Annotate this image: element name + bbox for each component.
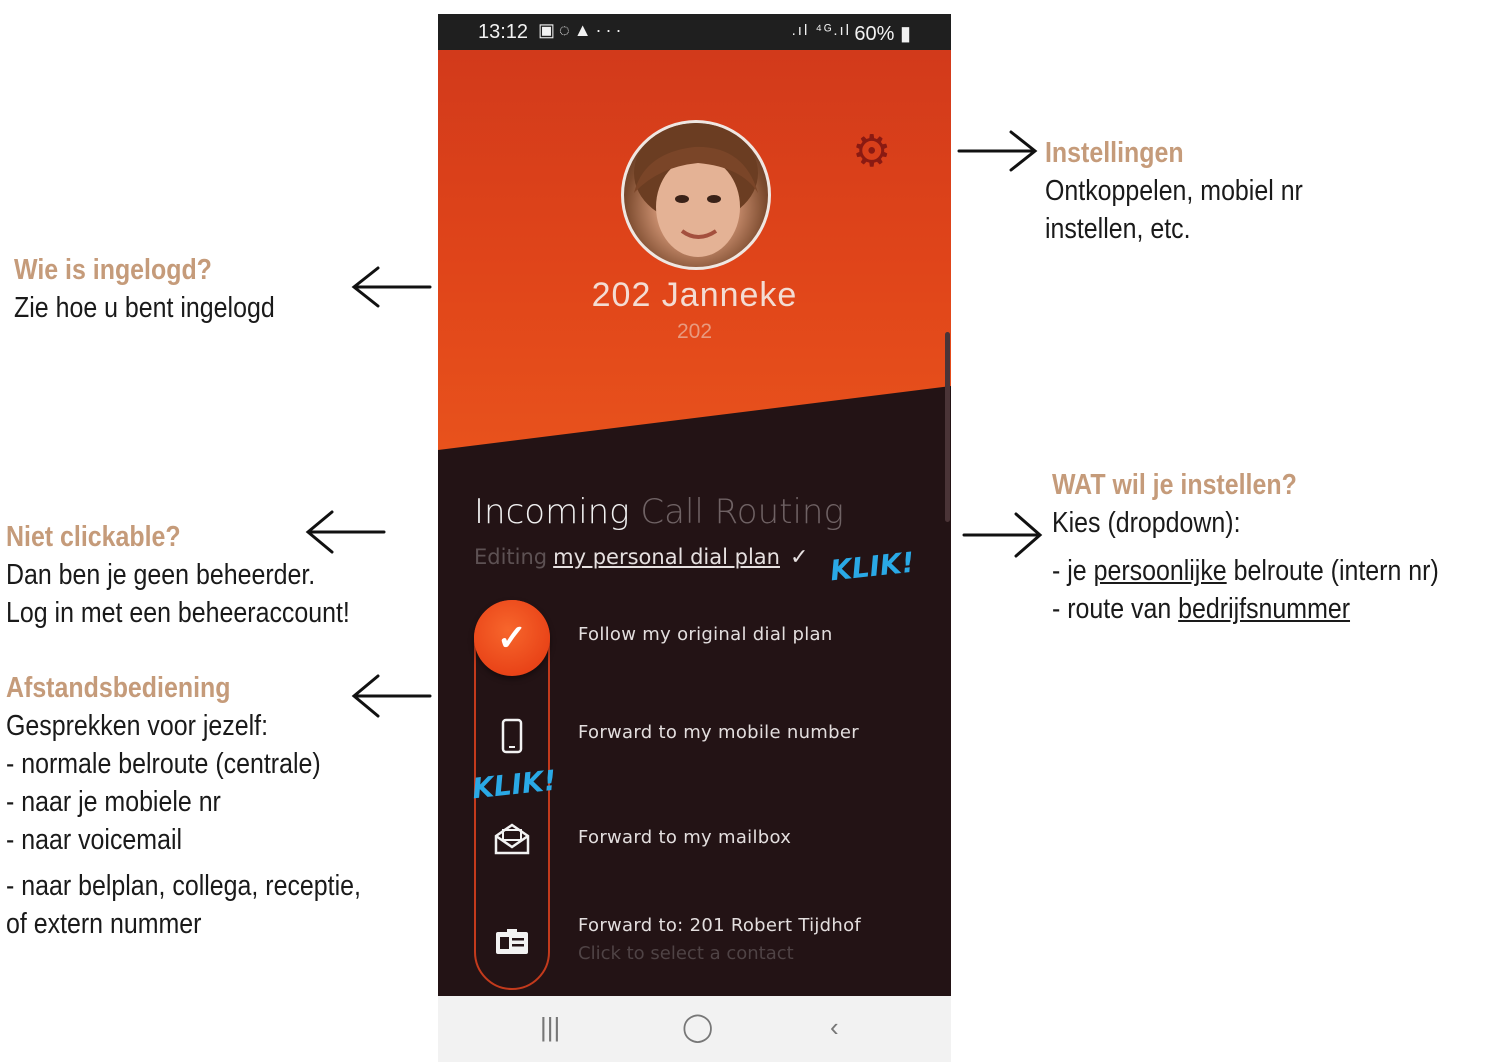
annotation-text: - route van [1052, 593, 1179, 625]
avatar-photo [634, 123, 758, 257]
annotation-line: of extern nummer [6, 908, 202, 940]
arrow-right-icon [957, 130, 1038, 172]
option-follow-dial-plan[interactable]: Follow my original dial plan [578, 624, 833, 645]
annotation-line: - naar je mobiele nr [6, 786, 221, 818]
arrow-left-icon [351, 674, 432, 718]
annotation-title: Afstandsbediening [6, 672, 231, 704]
annotation-title: Wie is ingelogd? [14, 254, 212, 286]
annotation-line: - je persoonlijke belroute (intern nr) [1052, 552, 1439, 590]
option-forward-contact[interactable]: Forward to: 201 Robert Tijdhof [578, 915, 861, 936]
annotation-text: belroute (intern nr) [1226, 555, 1439, 587]
option-forward-mobile[interactable]: Forward to my mobile number [578, 722, 859, 743]
user-name: 202 Janneke [591, 276, 798, 314]
annotation-line: Dan ben je geen beheerder. [6, 559, 316, 591]
mobile-phone-icon[interactable] [492, 718, 532, 759]
contact-card-icon[interactable] [492, 928, 532, 961]
battery-percent: 60% [854, 23, 895, 45]
android-nav-bar: ||| ◯ ‹ [438, 996, 951, 1062]
mailbox-icon[interactable] [492, 822, 532, 861]
user-extension: 202 [676, 320, 713, 343]
status-time: 13:12 [478, 21, 529, 43]
annotation-remote: Afstandsbediening Gesprekken voor jezelf… [6, 669, 361, 943]
more-icon: ··· [595, 20, 626, 40]
annotation-line: Log in met een beheeraccount! [6, 597, 350, 629]
arrow-left-icon [351, 266, 432, 308]
annotation-line: Zie hoe u bent ingelogd [14, 292, 275, 324]
gear-icon[interactable]: ⚙ [852, 130, 891, 174]
annotation-line: - route van bedrijfsnummer [1052, 590, 1439, 628]
annotation-not-clickable: Niet clickable? Dan ben je geen beheerde… [6, 518, 350, 632]
annotation-line: Gesprekken voor jezelf: [6, 710, 269, 742]
check-icon[interactable]: ✓ [474, 600, 550, 676]
avatar [621, 120, 771, 270]
annotation-line: - naar belplan, collega, receptie, [6, 870, 361, 902]
scrollbar[interactable] [945, 332, 950, 522]
annotation-settings: Instellingen Ontkoppelen, mobiel nr inst… [1045, 134, 1303, 248]
annotation-text: - je [1052, 555, 1094, 587]
annotation-line: - naar voicemail [6, 824, 183, 856]
status-notification-icons: ▣◌▲··· [538, 20, 626, 41]
annotation-title: Niet clickable? [6, 521, 181, 553]
arrow-right-icon [962, 512, 1043, 558]
section-title-main: Incoming [474, 492, 630, 532]
home-icon[interactable]: ◯ [682, 1010, 713, 1043]
battery-icon: ▮ [899, 23, 911, 45]
option-forward-mailbox[interactable]: Forward to my mailbox [578, 827, 791, 848]
phone-screen: 13:12 ▣◌▲··· .ıl ⁴ᴳ.ıl 60% ▮ ⚙ 202 Janne… [438, 14, 951, 1062]
klik-annotation: KLIK! [828, 545, 916, 588]
annotation-title: Instellingen [1045, 137, 1184, 169]
editing-prefix: Editing [474, 545, 548, 569]
annotation-underlined: persoonlijke [1093, 555, 1227, 587]
battery-indicator: 60% ▮ [854, 21, 911, 46]
section-title-dim: Call Routing [640, 492, 844, 532]
annotation-what-to-set: WAT wil je instellen? Kies (dropdown): -… [1052, 466, 1439, 628]
recent-apps-icon[interactable]: ||| [540, 1012, 560, 1043]
status-bar: 13:12 ▣◌▲··· .ıl ⁴ᴳ.ıl 60% ▮ [438, 14, 951, 50]
annotation-line: instellen, etc. [1045, 213, 1191, 245]
annotation-line: Kies (dropdown): [1052, 507, 1241, 539]
dial-plan-dropdown[interactable]: my personal dial plan [553, 545, 780, 569]
option-forward-contact-sublabel[interactable]: Click to select a contact [578, 943, 794, 964]
section-title: Incoming Call Routing [474, 492, 844, 532]
image-icon: ▣ [538, 20, 560, 40]
alert-icon: ▲ [573, 20, 596, 40]
whatsapp-icon: ◌ [559, 20, 574, 40]
annotation-line: Ontkoppelen, mobiel nr [1045, 175, 1303, 207]
annotation-line: - normale belroute (centrale) [6, 748, 321, 780]
chevron-down-icon[interactable]: ✓ [790, 545, 808, 570]
annotation-underlined: bedrijfsnummer [1178, 593, 1351, 625]
signal-icon: .ıl ⁴ᴳ.ıl [791, 22, 851, 39]
editing-row: Editing my personal dial plan ✓ [474, 545, 808, 570]
annotation-title: WAT wil je instellen? [1052, 469, 1297, 501]
back-icon[interactable]: ‹ [830, 1012, 839, 1043]
annotation-logged-in: Wie is ingelogd? Zie hoe u bent ingelogd [14, 251, 275, 327]
